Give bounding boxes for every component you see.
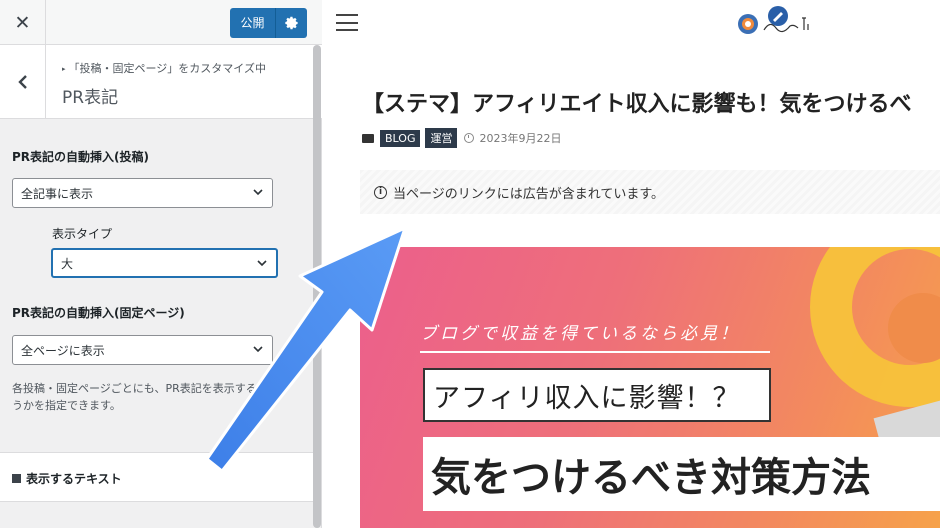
breadcrumb: ▸ 「投稿・固定ページ」をカスタマイズ中 bbox=[62, 62, 266, 75]
customizer-header: ✕ 公開 bbox=[0, 0, 322, 45]
chevron-down-icon bbox=[257, 260, 267, 267]
category-tag[interactable]: 運営 bbox=[425, 128, 458, 148]
chevron-down-icon bbox=[253, 346, 263, 353]
chevron-down-icon bbox=[253, 189, 263, 196]
display-type-value: 大 bbox=[61, 256, 74, 271]
pr-notice: i 当ページのリンクには広告が含まれています。 bbox=[360, 170, 940, 214]
pr-notice-text: 当ページのリンクには広告が含まれています。 bbox=[393, 186, 665, 202]
folder-icon bbox=[362, 133, 374, 143]
eyecatch-underline bbox=[420, 351, 770, 353]
display-type-select[interactable]: 大 bbox=[51, 248, 278, 278]
post-title: 【ステマ】アフィリエイト収入に影響も！気をつけるべ bbox=[362, 92, 912, 117]
sidebar-scrollbar[interactable] bbox=[313, 45, 321, 528]
display-type-label: 表示タイプ bbox=[52, 227, 113, 241]
display-text-section[interactable]: 表示するテキスト bbox=[0, 452, 316, 502]
display-text-label: 表示するテキスト bbox=[26, 472, 122, 486]
info-icon: i bbox=[374, 185, 387, 199]
breadcrumb-text: 「投稿・固定ページ」をカスタマイズ中 bbox=[68, 62, 266, 75]
post-date: 2023年9月22日 bbox=[479, 132, 562, 145]
customizer-sidebar: ✕ 公開 ▸ 「投稿・固定ページ」をカスタマイズ中 PR表記 PR表記の自動挿入(… bbox=[0, 0, 322, 528]
page-pr-select[interactable]: 全ページに表示 bbox=[12, 335, 273, 365]
eyecatch-line2: 気をつけるべき対策方法 bbox=[423, 437, 940, 511]
section-header: ▸ 「投稿・固定ページ」をカスタマイズ中 PR表記 bbox=[0, 45, 322, 119]
clock-icon bbox=[464, 133, 475, 143]
back-button[interactable] bbox=[0, 45, 46, 118]
publish-label[interactable]: 公開 bbox=[230, 8, 276, 38]
post-pr-label: PR表記の自動挿入(投稿) bbox=[12, 150, 150, 164]
site-logo[interactable] bbox=[736, 4, 862, 38]
square-icon bbox=[12, 474, 21, 483]
publish-button[interactable]: 公開 bbox=[230, 8, 307, 38]
post-meta: BLOG 運営 2023年9月22日 bbox=[362, 128, 561, 148]
post-pr-select[interactable]: 全記事に表示 bbox=[12, 178, 273, 208]
gear-icon[interactable] bbox=[276, 16, 307, 30]
category-tag[interactable]: BLOG bbox=[380, 129, 421, 147]
hamburger-menu-icon[interactable] bbox=[336, 14, 358, 31]
page-pr-description: 各投稿・固定ページごとにも、PR表記を表示するかどうかを指定できます。 bbox=[12, 382, 279, 412]
site-header bbox=[322, 0, 940, 46]
close-icon[interactable]: ✕ bbox=[0, 0, 46, 45]
section-title: PR表記 bbox=[62, 88, 119, 108]
eyecatch-image: ブログで収益を得ているなら必見！ アフィリ収入に影響！？ 気をつけるべき対策方法 bbox=[360, 247, 940, 528]
post-pr-select-value: 全記事に表示 bbox=[21, 186, 94, 201]
eyecatch-line1: アフィリ収入に影響！？ bbox=[423, 368, 771, 422]
page-pr-label: PR表記の自動挿入(固定ページ) bbox=[12, 306, 185, 320]
display-text-heading: 表示するテキスト bbox=[12, 470, 122, 487]
page-pr-select-value: 全ページに表示 bbox=[21, 343, 105, 358]
eyecatch-subtitle: ブログで収益を得ているなら必見！ bbox=[420, 324, 740, 344]
site-preview: 【ステマ】アフィリエイト収入に影響も！気をつけるべ BLOG 運営 2023年9… bbox=[322, 0, 940, 528]
